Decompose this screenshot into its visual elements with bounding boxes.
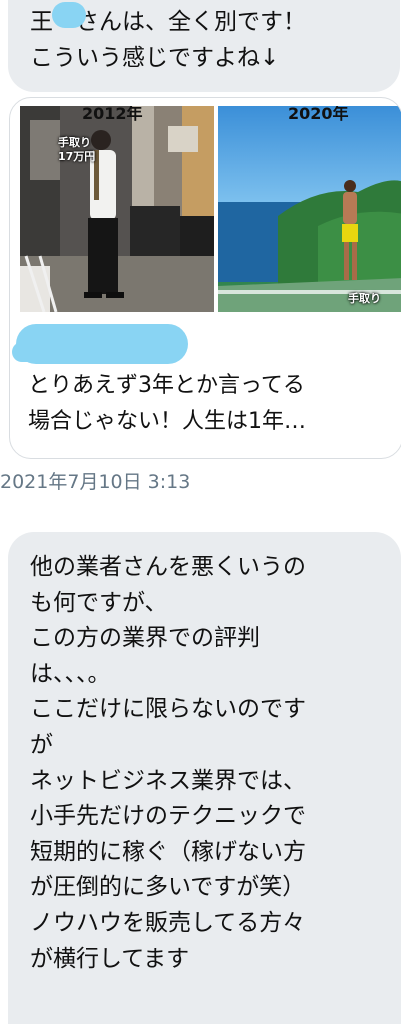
message-line: が横行してます [30,945,190,972]
message-line: 小手先だけのテクニックで [30,803,306,830]
image-overlay-text: 手取り 17万円 [58,136,95,164]
message-line: ネットビジネス業界では、 [30,767,306,794]
message-line: ノウハウを販売してる方々 [30,909,306,936]
message-line: が [30,731,53,758]
message-line: 短期的に稼ぐ（稼げない方 [30,838,306,865]
image-year-label: 2012年 [82,106,143,123]
message-line: 他の業者さんを悪くいうの [30,554,306,580]
title-line: とりあえず3年とか言ってる [28,373,305,398]
link-preview-card[interactable]: 2012年 手取り 17万円 2020年 手取り とりあえず3年とか言ってる 場… [9,97,401,459]
message-text: 他の業者さんを悪くいうの も何ですが、 この方の業界での評判 は、、、。 ここだ… [30,550,398,977]
office-illustration [20,106,214,312]
beach-photo: 2020年 手取り [217,106,401,312]
link-preview-title[interactable]: とりあえず3年とか言ってる 場合じゃない！人生は1年… [28,368,398,440]
message-line: こういう感じですよね↓ [30,45,280,71]
message-line: は、、、。 [30,660,111,687]
office-photo: 2012年 手取り 17万円 [20,106,214,312]
overlay-line: 手取り [58,136,91,149]
redaction-mark [12,342,60,362]
overlay-line: 17万円 [58,150,96,163]
message-line: が圧倒的に多いですが笑） [30,874,306,901]
beach-illustration [217,106,401,312]
message-line: ここだけに限らないのです [30,696,306,723]
message-timestamp: 2021年7月10日 3:13 [0,471,191,493]
image-overlay-text: 手取り [347,292,381,305]
message-line: この方の業界での評判 [30,625,260,652]
image-year-label: 2020年 [287,106,349,123]
link-preview-image[interactable]: 2012年 手取り 17万円 2020年 手取り [20,106,401,312]
title-line: 場合じゃない！人生は1年… [28,409,306,434]
dm-conversation: 王 さんは、全く別です！ こういう感じですよね↓ 2012年 手取り 17万円 … [0,0,401,1024]
redaction-mark [52,2,86,28]
message-line: も何ですが、 [30,589,168,616]
